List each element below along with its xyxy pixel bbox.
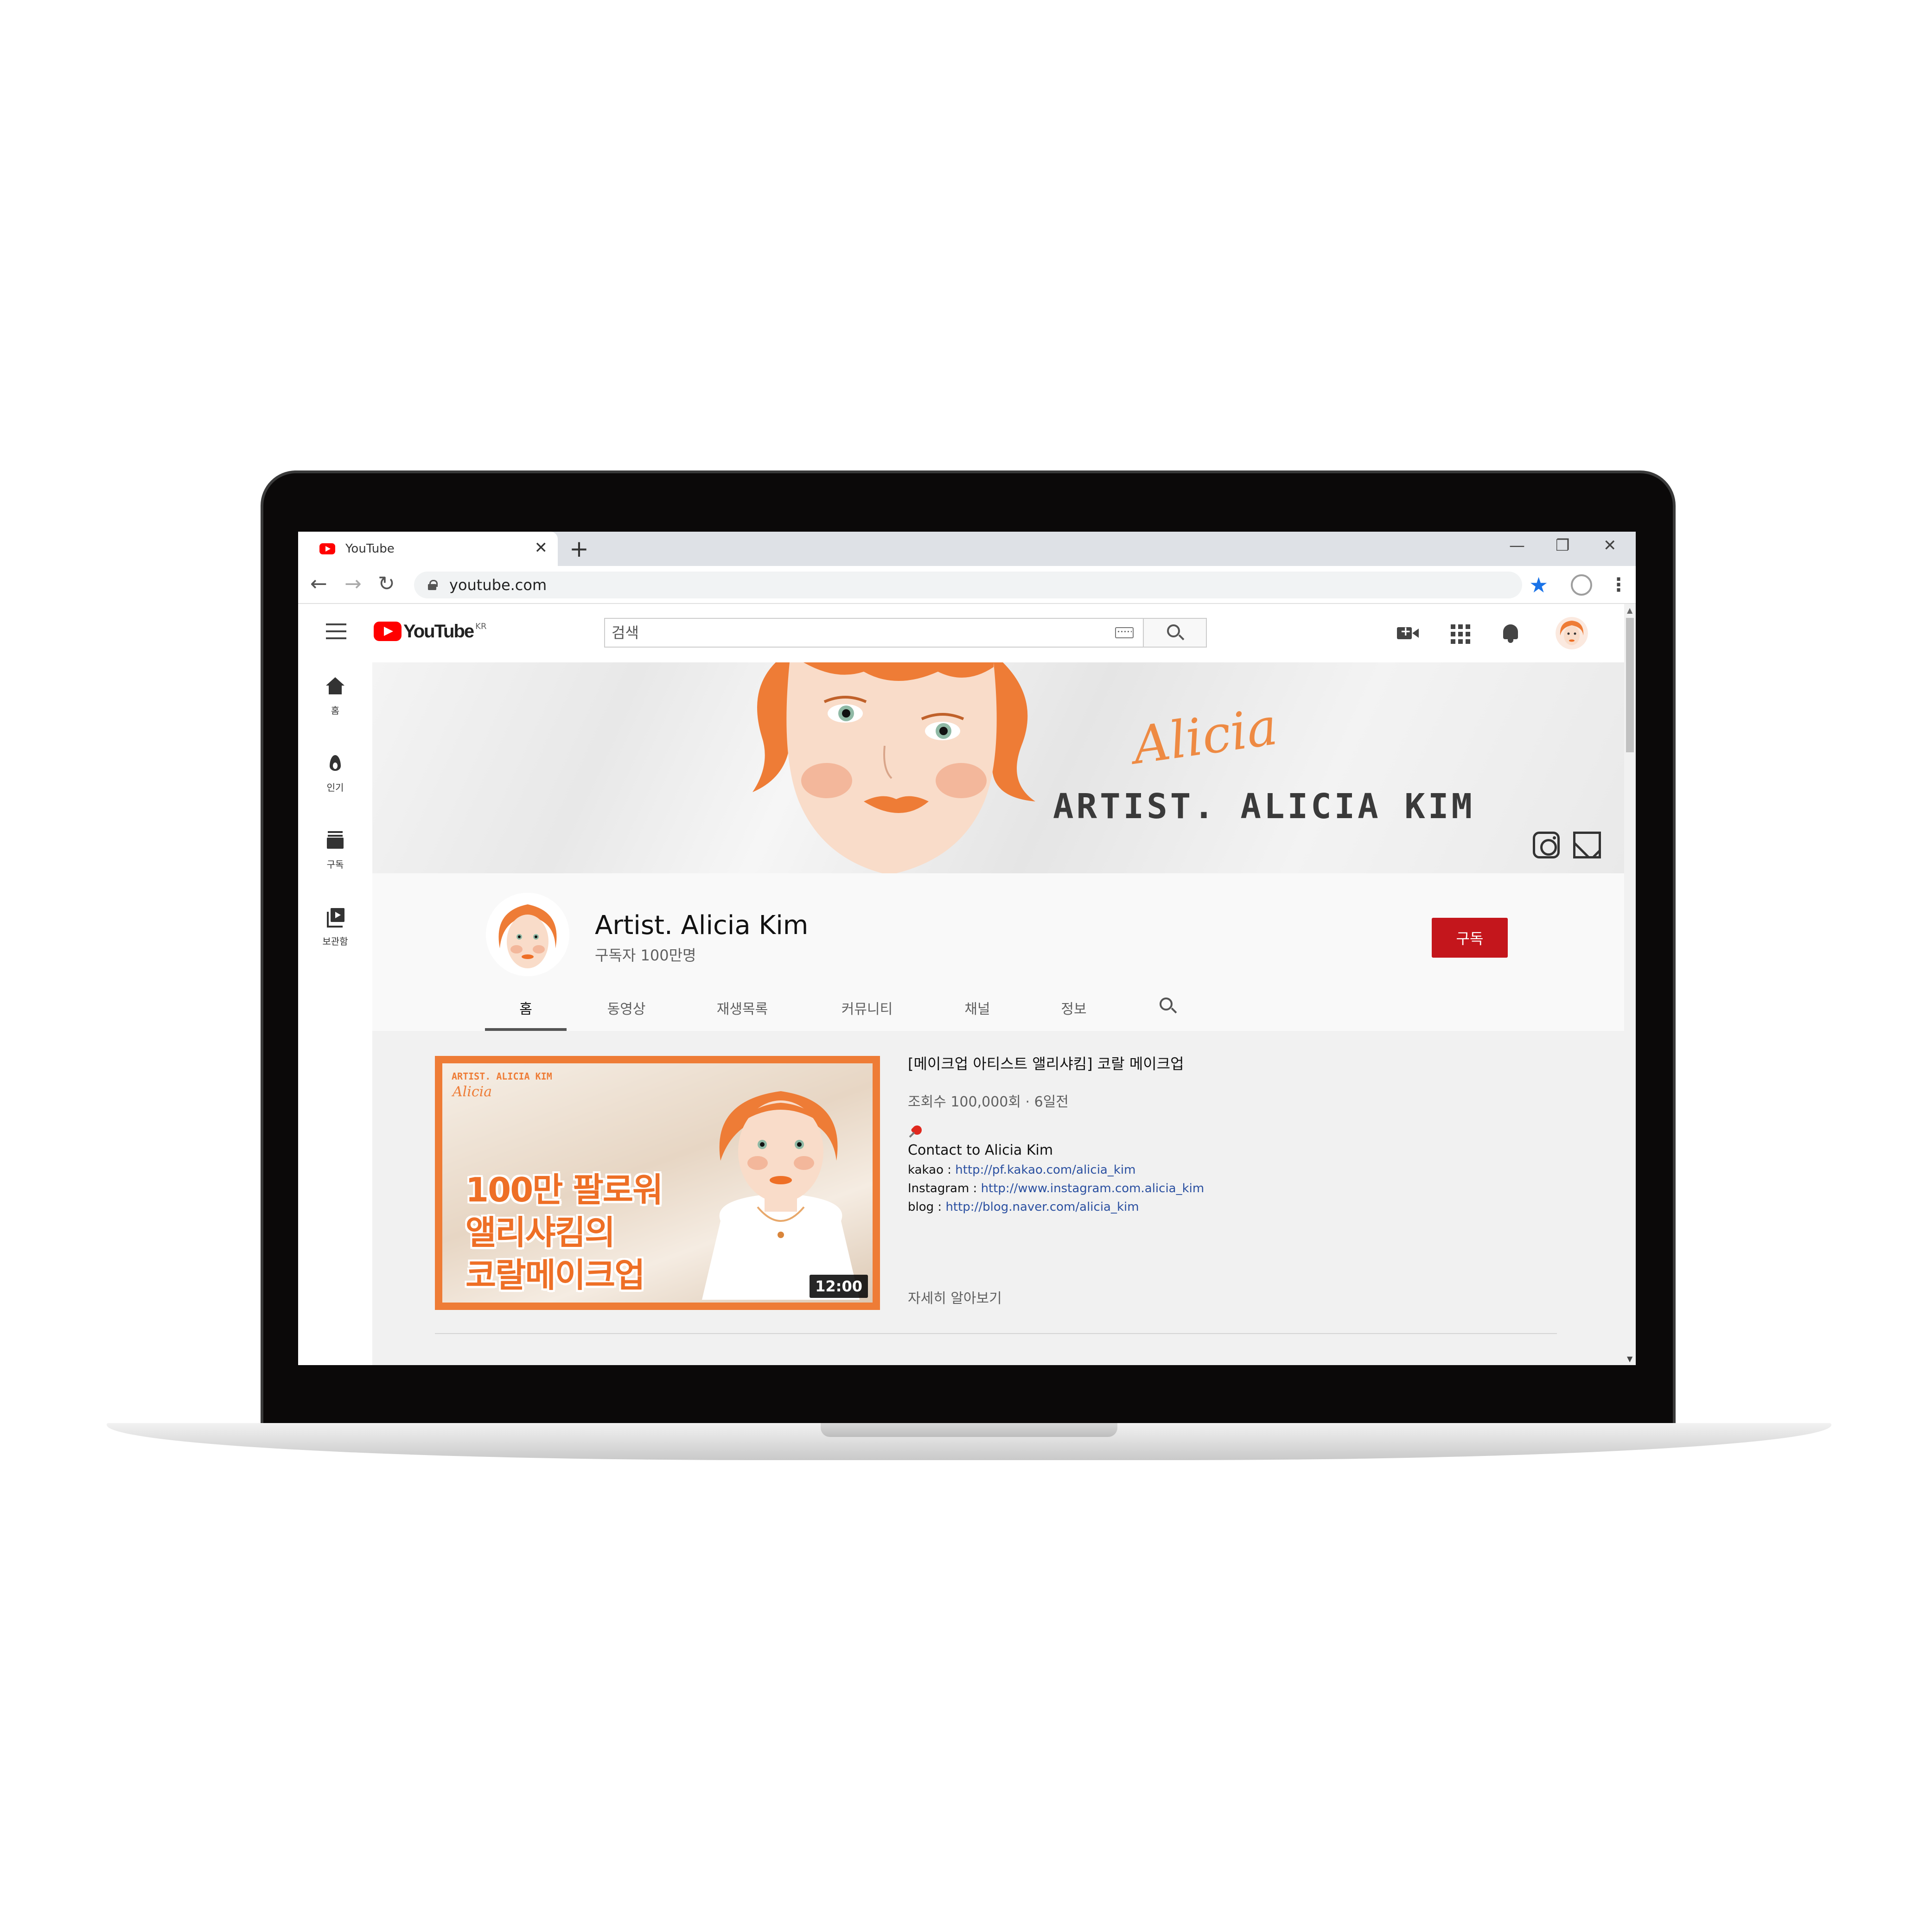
laptop-notch xyxy=(821,1423,1117,1437)
blog-label: blog : xyxy=(908,1200,946,1214)
apps-grid-icon[interactable] xyxy=(1448,622,1471,645)
scroll-down-icon[interactable]: ▼ xyxy=(1627,1354,1632,1363)
scroll-up-icon[interactable]: ▲ xyxy=(1627,606,1632,615)
create-video-icon[interactable] xyxy=(1397,622,1420,645)
close-window-button[interactable]: ✕ xyxy=(1603,536,1617,555)
library-icon xyxy=(325,907,345,928)
subscriber-count: 구독자 100만명 xyxy=(595,947,696,964)
mail-icon[interactable] xyxy=(1573,832,1601,858)
instagram-label: Instagram : xyxy=(908,1182,981,1195)
browser-menu-icon[interactable]: ⋮ xyxy=(1609,572,1628,598)
tab-videos[interactable]: 동영상 xyxy=(587,987,666,1031)
instagram-icon[interactable] xyxy=(1533,832,1560,858)
channel-header: Artist. Alicia Kim 구독자 100만명 구독 홈 동영상 재생… xyxy=(372,873,1624,1031)
guide-item-subscriptions[interactable]: 구독 xyxy=(298,830,372,871)
kakao-link[interactable]: http://pf.kakao.com/alicia_kim xyxy=(955,1163,1135,1177)
thumbnail-brand: ARTIST. ALICIA KIM xyxy=(452,1071,552,1082)
guide-item-library[interactable]: 보관함 xyxy=(298,907,372,947)
channel-name: Artist. Alicia Kim xyxy=(595,910,809,941)
restore-button[interactable]: ❐ xyxy=(1556,536,1569,555)
lock-icon xyxy=(428,580,438,590)
channel-search-icon[interactable] xyxy=(1160,998,1173,1010)
instagram-link[interactable]: http://www.instagram.com.alicia_kim xyxy=(981,1182,1205,1195)
url-text: youtube.com xyxy=(449,576,547,594)
video-title[interactable]: [메이크업 아티스트 앨리샤킴] 코랄 메이크업 xyxy=(908,1052,1557,1074)
search-icon xyxy=(1167,624,1180,637)
subscriptions-icon xyxy=(325,830,345,851)
scroll-thumb[interactable] xyxy=(1626,618,1634,752)
thumbnail-illustration xyxy=(702,1091,860,1300)
region-code: KR xyxy=(475,622,487,631)
guide-sidebar: 홈 인기 구독 보관함 xyxy=(298,662,372,1365)
video-meta: 조회수 100,000회 · 6일전 xyxy=(908,1094,1069,1110)
tab-title: YouTube xyxy=(345,542,395,556)
back-button[interactable]: ← xyxy=(310,572,327,596)
channel-avatar[interactable] xyxy=(486,893,569,976)
youtube-header: YouTube KR xyxy=(298,604,1624,662)
channel-banner: Alicia ARTIST. ALICIA KIM xyxy=(372,662,1624,873)
keyboard-icon[interactable] xyxy=(1115,627,1134,638)
bookmark-star-icon[interactable]: ★ xyxy=(1529,572,1548,598)
tab-community[interactable]: 커뮤니티 xyxy=(821,987,913,1031)
youtube-page: YouTube KR 검색 + 홈 인기 구독 보관함 Alicia ARTIS… xyxy=(298,604,1624,1365)
featured-video-thumbnail[interactable]: ARTIST. ALICIA KIM Alicia 100만 팔로워 앨리샤킴의… xyxy=(435,1056,880,1310)
pushpin-icon xyxy=(908,1125,924,1140)
guide-label: 보관함 xyxy=(322,936,348,947)
tab-channels[interactable]: 채널 xyxy=(945,987,1010,1031)
banner-script-text: Alicia xyxy=(1129,696,1281,776)
kakao-link-line: kakao : http://pf.kakao.com/alicia_kim xyxy=(908,1163,1557,1177)
instagram-link-line: Instagram : http://www.instagram.com.ali… xyxy=(908,1182,1557,1195)
search-box xyxy=(604,618,1207,648)
section-divider xyxy=(435,1333,1557,1334)
thumbnail-line-2: 앨리샤킴의 xyxy=(465,1213,615,1252)
tab-about[interactable]: 정보 xyxy=(1041,987,1106,1031)
search-button[interactable] xyxy=(1143,619,1206,647)
tab-close-icon[interactable]: ✕ xyxy=(535,540,548,556)
youtube-play-icon xyxy=(374,622,402,641)
banner-illustration xyxy=(752,662,1035,873)
youtube-logo-text: YouTube xyxy=(403,621,474,642)
guide-label: 인기 xyxy=(326,782,344,793)
trending-icon xyxy=(325,753,345,774)
notifications-bell-icon[interactable] xyxy=(1499,622,1522,645)
blog-link-line: blog : http://blog.naver.com/alicia_kim xyxy=(908,1200,1557,1214)
thumbnail-line-3: 코랄메이크업 xyxy=(465,1256,645,1295)
new-tab-button[interactable]: + xyxy=(569,536,589,561)
forward-button[interactable]: → xyxy=(344,572,362,596)
guide-item-trending[interactable]: 인기 xyxy=(298,753,372,794)
banner-title: ARTIST. ALICIA KIM xyxy=(1053,787,1475,826)
reload-button[interactable]: ↻ xyxy=(378,572,395,596)
thumbnail-script: Alicia xyxy=(453,1084,492,1100)
search-input[interactable] xyxy=(605,619,1145,647)
home-icon xyxy=(325,676,345,697)
address-bar[interactable]: youtube.com xyxy=(414,572,1522,598)
account-avatar[interactable] xyxy=(1556,617,1588,649)
browser-tab-youtube[interactable]: YouTube ✕ xyxy=(298,532,558,566)
channel-content: ARTIST. ALICIA KIM Alicia 100만 팔로워 앨리샤킴의… xyxy=(372,1031,1624,1365)
minimize-button[interactable]: — xyxy=(1509,536,1525,555)
contact-heading: Contact to Alicia Kim xyxy=(908,1142,1053,1158)
browser-toolbar: ← → ↻ youtube.com ★ ⋮ xyxy=(298,566,1636,604)
page-scrollbar[interactable]: ▲ ▼ xyxy=(1624,604,1636,1365)
guide-item-home[interactable]: 홈 xyxy=(298,676,372,717)
featured-video-info: [메이크업 아티스트 앨리샤킴] 코랄 메이크업 조회수 100,000회 · … xyxy=(908,1052,1557,1214)
read-more-link[interactable]: 자세히 알아보기 xyxy=(908,1287,1002,1307)
youtube-favicon-icon xyxy=(319,543,335,554)
youtube-logo[interactable]: YouTube KR xyxy=(374,622,486,641)
guide-label: 구독 xyxy=(326,859,344,870)
kakao-label: kakao : xyxy=(908,1163,956,1177)
tab-home[interactable]: 홈 xyxy=(485,987,567,1031)
blog-link[interactable]: http://blog.naver.com/alicia_kim xyxy=(945,1200,1139,1214)
tab-playlists[interactable]: 재생목록 xyxy=(698,987,786,1031)
menu-icon[interactable] xyxy=(326,623,346,639)
browser-profile-icon[interactable] xyxy=(1571,574,1592,596)
video-duration: 12:00 xyxy=(810,1275,868,1298)
guide-label: 홈 xyxy=(331,705,340,716)
subscribe-button[interactable]: 구독 xyxy=(1432,918,1508,958)
laptop-screen: YouTube ✕ + — ❐ ✕ ← → ↻ youtube.com ★ ⋮ … xyxy=(298,532,1636,1365)
browser-tabbar: YouTube ✕ + — ❐ ✕ xyxy=(298,532,1636,566)
thumbnail-line-1: 100만 팔로워 xyxy=(465,1170,663,1209)
